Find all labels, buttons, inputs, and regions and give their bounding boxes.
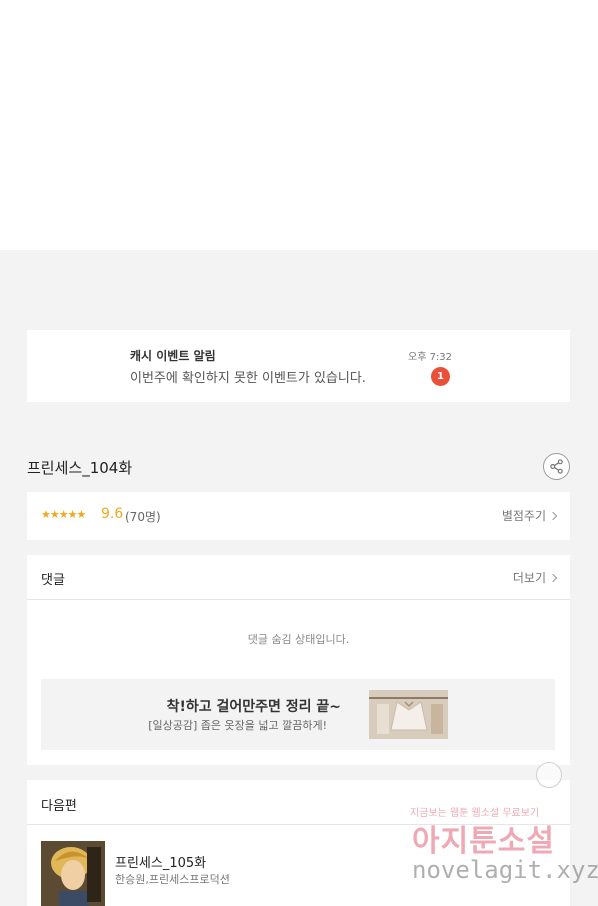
notification-message: 이번주에 확인하지 못한 이벤트가 있습니다. [130,371,366,386]
ad-subtitle: [일상공감] 좁은 옷장을 넓고 깔끔하게! [148,719,327,732]
next-episode-title[interactable]: 프린세스_105화 [115,852,206,871]
notification-title: 캐시 이벤트 알림 [130,349,216,363]
rate-button[interactable]: 별점주기 [501,507,558,524]
watermark-line2: 아지툰소설 [412,824,555,859]
notification-time: 오후 7:32 [408,352,453,363]
comments-card: 댓글 더보기 댓글 숨김 상태입니다. 착!하고 걸어만주면 정리 끝~ [일상… [27,555,570,765]
watermark-line3: novelagit.xyz [412,856,598,884]
ad-image [369,690,448,739]
rating-card: ★★★★★ 9.6 (70명) 별점주기 [27,492,570,540]
comments-hidden-message: 댓글 숨김 상태입니다. [247,633,350,646]
blank-content-area [0,0,598,250]
comments-more-button[interactable]: 더보기 [512,569,558,586]
next-episode-authors: 한승원,프린세스프로덕션 [115,873,230,886]
scroll-top-button[interactable] [536,762,562,788]
episode-title: 프린세스_104화 [27,459,133,477]
comments-header: 댓글 더보기 [27,555,570,600]
ad-banner[interactable]: 착!하고 걸어만주면 정리 끝~ [일상공감] 좁은 옷장을 넓고 깔끔하게! [41,679,555,750]
chevron-right-icon [548,511,558,520]
rate-button-label: 별점주기 [501,509,546,523]
more-button-label: 더보기 [512,571,546,585]
chevron-right-icon [548,573,558,582]
notification-badge: 1 [431,367,450,386]
comments-title: 댓글 [41,573,65,588]
share-button[interactable] [543,453,570,480]
next-episode-section-title: 다음편 [41,799,77,814]
star-rating-icon: ★★★★★ [41,508,86,521]
share-icon [550,459,563,474]
rating-count: (70명) [125,510,161,524]
notification-card[interactable]: 캐시 이벤트 알림 이번주에 확인하지 못한 이벤트가 있습니다. 오후 7:3… [27,330,570,402]
rating-score: 9.6 [101,506,124,522]
ad-title: 착!하고 걸어만주면 정리 끝~ [166,699,341,715]
watermark: 지금보는 웹툰 웹소설 무료보기 아지툰소설 novelagit.xyz [410,804,598,899]
next-episode-thumbnail[interactable] [41,841,105,906]
